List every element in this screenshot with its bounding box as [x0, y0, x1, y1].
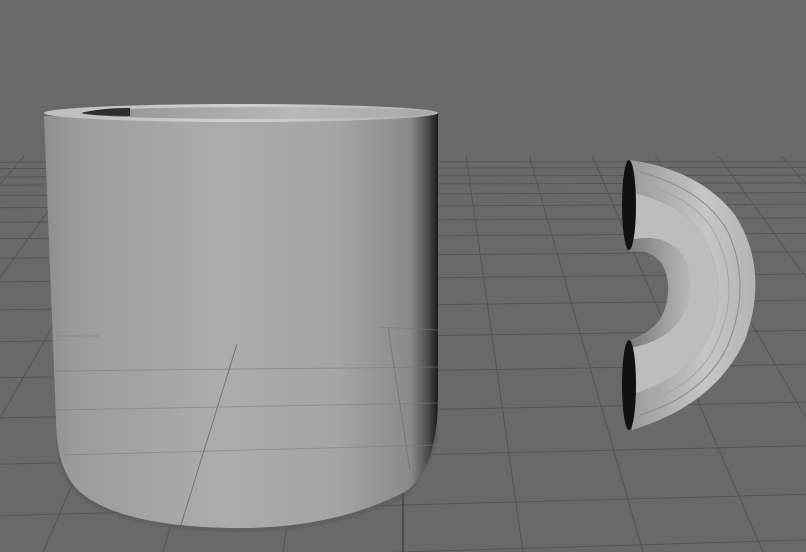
mug-handle[interactable]: [622, 160, 756, 430]
grid-line: [781, 155, 806, 186]
viewport-canvas[interactable]: [0, 0, 806, 552]
grid-line: [465, 155, 524, 552]
mug-body[interactable]: [44, 104, 438, 533]
grid-line: [0, 155, 25, 186]
3d-viewport[interactable]: [0, 0, 806, 552]
